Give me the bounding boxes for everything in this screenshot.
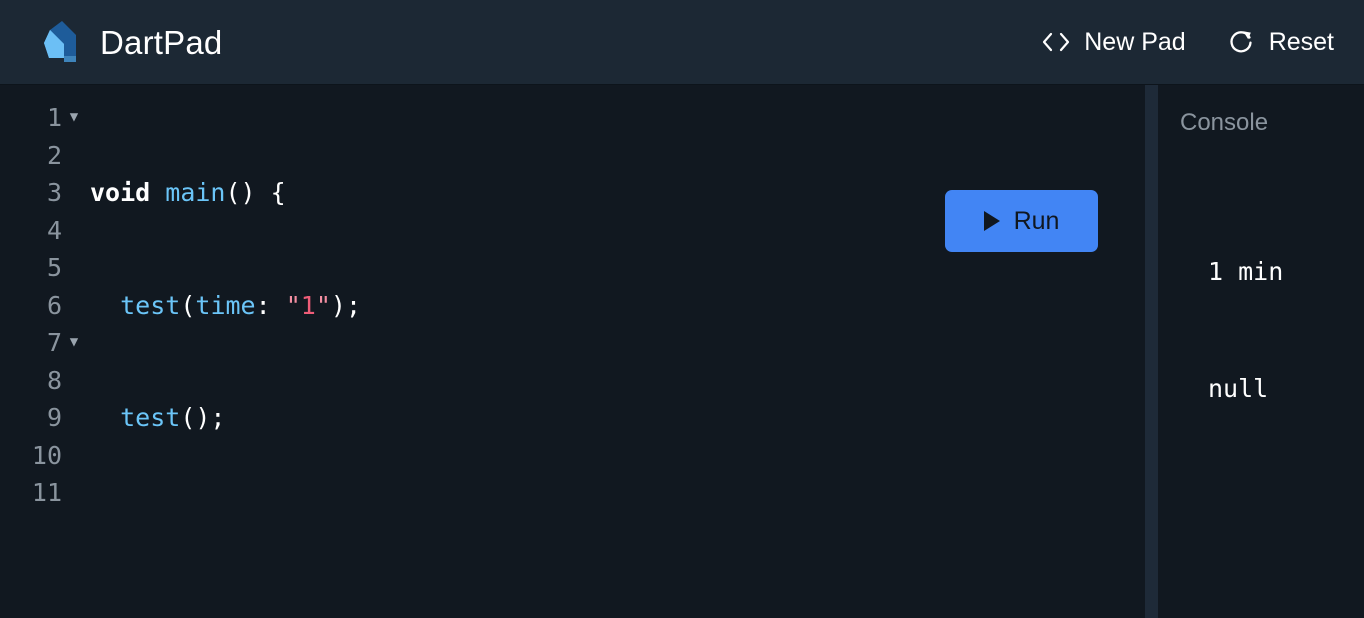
reset-label: Reset <box>1268 27 1334 56</box>
fold-arrow-icon[interactable]: ▼ <box>66 99 82 137</box>
code-line: test(); <box>120 403 226 432</box>
header-actions: New Pad Reset <box>1039 23 1336 61</box>
line-number-gutter: 1 ▼ 2 3 4 5 6 7 ▼ 8 9 10 11 <box>0 99 78 618</box>
reset-button[interactable]: Reset <box>1224 23 1336 61</box>
line-number: 4 <box>46 215 62 245</box>
dart-logo-icon <box>44 21 76 62</box>
play-triangle-icon <box>983 211 1000 231</box>
console-title: Console <box>1180 109 1269 136</box>
code-content[interactable]: void main() { test(time: "1"); test(); }… <box>68 99 1145 618</box>
code-editor-pane[interactable]: 1 ▼ 2 3 4 5 6 7 ▼ 8 9 10 11 void main() … <box>0 85 1145 618</box>
console-output: 1 min null <box>1158 174 1364 486</box>
line-number: 6 <box>46 290 62 320</box>
main-body: 1 ▼ 2 3 4 5 6 7 ▼ 8 9 10 11 void main() … <box>0 85 1364 618</box>
line-number: 11 <box>31 478 62 507</box>
fold-arrow-icon[interactable]: ▼ <box>66 324 82 362</box>
code-area[interactable]: 1 ▼ 2 3 4 5 6 7 ▼ 8 9 10 11 void main() … <box>0 85 1145 618</box>
page-title: DartPad <box>100 23 223 61</box>
pane-splitter-handle[interactable] <box>1145 85 1158 618</box>
console-output-line: null <box>1208 374 1269 404</box>
brand: DartPad <box>36 18 222 66</box>
line-number: 2 <box>46 140 62 170</box>
line-number: 7 ▼ <box>0 324 78 362</box>
console-pane: Console 1 min null <box>1158 85 1364 618</box>
line-number: 1 ▼ <box>0 99 78 137</box>
code-line: test(time: "1"); <box>120 290 362 320</box>
run-button-label: Run <box>1013 206 1060 235</box>
line-number: 5 <box>46 253 62 282</box>
refresh-icon <box>1226 27 1256 57</box>
code-brackets-icon <box>1041 27 1071 57</box>
new-pad-button[interactable]: New Pad <box>1039 23 1187 61</box>
line-number: 8 <box>46 365 62 395</box>
dartpad-app: DartPad New Pad Reset 1 ▼ 2 3 4 5 6 7 ▼ … <box>0 0 1364 618</box>
line-number: 9 <box>46 403 62 432</box>
console-output-line: 1 min <box>1208 257 1284 287</box>
app-header: DartPad New Pad Reset <box>0 0 1364 85</box>
run-button[interactable]: Run <box>945 190 1098 252</box>
line-number: 10 <box>31 440 62 470</box>
new-pad-label: New Pad <box>1084 27 1186 56</box>
line-number: 3 <box>46 178 62 207</box>
